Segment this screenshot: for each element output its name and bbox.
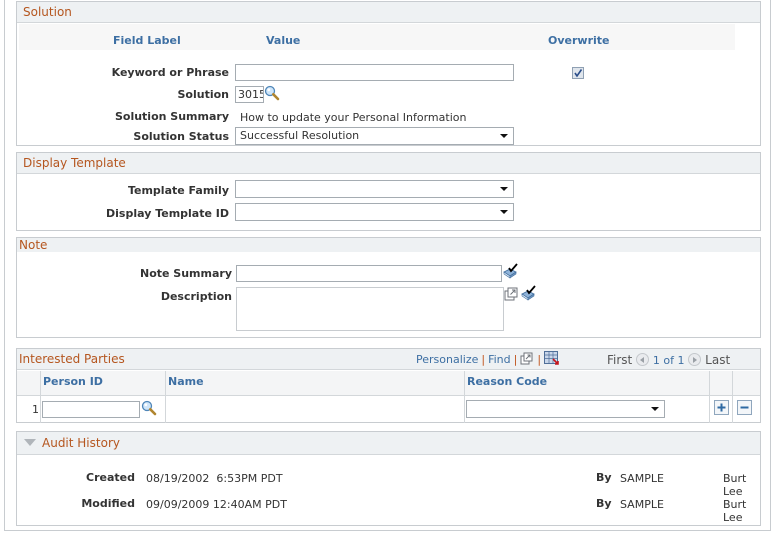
separator: | xyxy=(481,353,486,366)
template-family-select[interactable] xyxy=(235,180,514,198)
created-by-label: By xyxy=(596,471,612,484)
person-id-column-header[interactable]: Person ID xyxy=(43,375,103,388)
checkmark-icon xyxy=(574,69,583,78)
download-excel-icon[interactable] xyxy=(544,351,560,366)
note-summary-label: Note Summary xyxy=(139,267,232,280)
solution-summary-value: How to update your Personal Information xyxy=(240,111,467,124)
view-all-icon[interactable] xyxy=(520,352,534,365)
audit-history-header[interactable]: Audit History xyxy=(17,432,760,455)
solution-group: Solution Field Label Value Overwrite Key… xyxy=(16,1,761,146)
collapse-triangle-icon[interactable] xyxy=(24,439,36,446)
column-divider xyxy=(165,371,166,423)
dropdown-arrow-icon xyxy=(500,187,508,191)
column-divider xyxy=(732,371,733,423)
solution-lookup-icon[interactable] xyxy=(264,85,280,101)
interested-parties-header: Interested Parties Personalize | Find | | Fi… xyxy=(17,349,760,370)
solution-header: Solution xyxy=(17,2,760,23)
solution-status-label: Solution Status xyxy=(133,130,229,143)
spell-check-icon[interactable] xyxy=(520,285,538,301)
reason-code-select[interactable] xyxy=(466,400,665,418)
note-group: Note Note Summary Description xyxy=(16,237,761,338)
next-arrow-icon[interactable] xyxy=(688,353,702,366)
modified-by-value: SAMPLE xyxy=(620,498,664,511)
expand-textarea-icon[interactable] xyxy=(504,287,519,301)
plus-icon xyxy=(717,403,726,412)
page-info: 1 of 1 xyxy=(652,354,685,367)
solution-id-input[interactable]: 3015 xyxy=(235,86,264,103)
audit-history-title: Audit History xyxy=(42,436,120,450)
created-by-value: SAMPLE xyxy=(620,472,664,485)
created-by-name: Burt Lee xyxy=(723,472,747,498)
dropdown-arrow-icon xyxy=(500,134,508,138)
first-link[interactable]: First xyxy=(607,353,632,367)
modified-by-label: By xyxy=(596,497,612,510)
overwrite-column-header: Overwrite xyxy=(548,34,610,47)
add-row-button[interactable] xyxy=(714,400,729,415)
field-label-column-header: Field Label xyxy=(113,34,181,47)
separator: | xyxy=(513,353,518,366)
personalize-link[interactable]: Personalize xyxy=(416,353,478,366)
note-header: Note xyxy=(17,238,760,252)
previous-arrow-icon[interactable] xyxy=(636,353,650,366)
column-divider xyxy=(709,371,710,423)
interested-parties-grid: Interested Parties Personalize | Find | | Fi… xyxy=(16,348,761,423)
keyword-label: Keyword or Phrase xyxy=(111,66,229,79)
modified-label: Modified xyxy=(81,497,135,510)
solution-status-value: Successful Resolution xyxy=(240,129,360,142)
grid-header-row xyxy=(17,371,760,396)
name-column-header[interactable]: Name xyxy=(168,375,204,388)
find-link[interactable]: Find xyxy=(488,353,511,366)
separator: | xyxy=(537,353,542,366)
person-id-lookup-icon[interactable] xyxy=(141,400,157,416)
keyword-overwrite-checkbox[interactable] xyxy=(572,67,584,79)
modified-by-name: Burt Lee xyxy=(723,498,747,524)
display-template-id-select[interactable] xyxy=(235,203,514,221)
column-divider xyxy=(40,371,41,423)
pagination: First 1 of 1 Last xyxy=(607,350,730,371)
description-label: Description xyxy=(160,290,232,303)
solution-summary-label: Solution Summary xyxy=(114,110,229,123)
display-template-header: Display Template xyxy=(17,153,760,174)
created-label: Created xyxy=(86,471,135,484)
solution-status-select[interactable]: Successful Resolution xyxy=(235,127,514,145)
dropdown-arrow-icon xyxy=(500,210,508,214)
created-value: 08/19/2002 6:53PM PDT xyxy=(146,472,283,485)
interested-parties-title: Interested Parties xyxy=(19,352,125,366)
grid-toolbar: Personalize | Find | | xyxy=(416,350,560,370)
display-template-id-label: Display Template ID xyxy=(106,207,229,220)
minus-icon xyxy=(740,406,749,409)
delete-row-button[interactable] xyxy=(737,400,752,415)
dropdown-arrow-icon xyxy=(651,407,659,411)
solution-label: Solution xyxy=(177,88,230,101)
spell-check-icon[interactable] xyxy=(502,263,520,279)
reason-code-column-header[interactable]: Reason Code xyxy=(467,375,547,388)
last-link[interactable]: Last xyxy=(705,353,730,367)
keyword-input[interactable] xyxy=(235,64,514,81)
note-summary-input[interactable] xyxy=(236,265,502,282)
modified-value: 09/09/2009 12:40AM PDT xyxy=(146,498,287,511)
template-family-label: Template Family xyxy=(127,184,229,197)
column-divider xyxy=(464,371,465,423)
row-number: 1 xyxy=(32,403,39,416)
person-id-input[interactable] xyxy=(42,401,140,418)
value-column-header: Value xyxy=(266,34,301,47)
description-textarea[interactable] xyxy=(236,287,504,331)
display-template-group: Display Template Template Family Display… xyxy=(16,152,761,231)
audit-history-group: Audit History Created 08/19/2002 6:53PM … xyxy=(16,431,761,526)
